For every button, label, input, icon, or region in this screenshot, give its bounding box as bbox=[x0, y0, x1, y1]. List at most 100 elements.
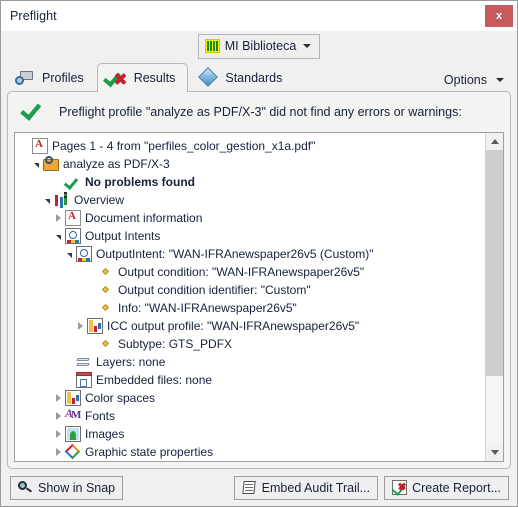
tree-item-label: Output condition: "WAN-IFRAnewspaper26v5… bbox=[118, 265, 365, 279]
scroll-thumb[interactable] bbox=[486, 150, 503, 377]
expand-triangle-open-icon[interactable] bbox=[30, 155, 43, 173]
tab-results-label: Results bbox=[133, 71, 176, 85]
audit-trail-icon bbox=[242, 480, 257, 495]
report-icon bbox=[392, 480, 408, 495]
tree-item[interactable]: Graphic state properties bbox=[15, 443, 485, 461]
tab-strip: Profiles Results Standards Options bbox=[1, 61, 517, 92]
tree-item[interactable]: Output condition: "WAN-IFRAnewspaper26v5… bbox=[15, 263, 485, 281]
magnifier-icon bbox=[18, 480, 33, 495]
tree-item[interactable]: Embedded files: none bbox=[15, 371, 485, 389]
check-cross-icon bbox=[107, 68, 128, 88]
preflight-window: Preflight x MI Biblioteca Profiles Resul… bbox=[0, 0, 518, 507]
tree-item-label: Graphic state properties bbox=[85, 445, 214, 459]
tree-item-label: No problems found bbox=[85, 175, 195, 189]
show-in-snap-button[interactable]: Show in Snap bbox=[10, 475, 124, 500]
tree-item[interactable]: Output Intents bbox=[15, 227, 485, 245]
expand-triangle-closed-icon[interactable] bbox=[52, 407, 65, 425]
overview-bars-icon bbox=[54, 192, 70, 208]
tree-item[interactable]: Images bbox=[15, 425, 485, 443]
green-check-icon bbox=[65, 174, 81, 190]
chevron-up-icon bbox=[490, 139, 499, 144]
expand-triangle-open-icon[interactable] bbox=[63, 245, 76, 263]
expand-triangle-closed-icon[interactable] bbox=[52, 443, 65, 461]
bullet-diamond-icon bbox=[98, 264, 114, 280]
output-intent-icon bbox=[65, 228, 81, 244]
scroll-up-button[interactable] bbox=[486, 133, 503, 150]
tree-item-label: Pages 1 - 4 from "perfiles_color_gestion… bbox=[52, 139, 316, 153]
expand-triangle-open-icon[interactable] bbox=[52, 227, 65, 245]
scroll-down-button[interactable] bbox=[486, 444, 503, 461]
tree-item[interactable]: Subtype: GTS_PDFX bbox=[15, 335, 485, 353]
chevron-down-icon bbox=[496, 78, 504, 82]
fonts-icon bbox=[65, 406, 81, 424]
tree-item[interactable]: Color spaces bbox=[15, 389, 485, 407]
results-panel: Preflight profile "analyze as PDF/X-3" d… bbox=[7, 91, 511, 469]
expand-triangle-open-icon[interactable] bbox=[41, 191, 54, 209]
window-title: Preflight bbox=[10, 8, 57, 23]
create-report-button[interactable]: Create Report... bbox=[384, 475, 509, 500]
tree-item-label: OutputIntent: "WAN-IFRAnewspaper26v5 (Cu… bbox=[96, 247, 374, 261]
show-in-snap-label: Show in Snap bbox=[38, 480, 116, 495]
tab-profiles[interactable]: Profiles bbox=[5, 63, 97, 92]
images-icon bbox=[65, 426, 81, 442]
options-menu-button[interactable]: Options bbox=[444, 73, 511, 92]
tree-item[interactable]: Layers: none bbox=[15, 353, 485, 371]
tree-item-label: analyze as PDF/X-3 bbox=[63, 157, 170, 171]
tree-item[interactable]: Overview bbox=[15, 191, 485, 209]
tree-item-label: Info: "WAN-IFRAnewspaper26v5" bbox=[118, 301, 297, 315]
tree-item[interactable]: Pages 1 - 4 from "perfiles_color_gestion… bbox=[15, 137, 485, 155]
bullet-diamond-icon bbox=[98, 336, 114, 352]
tab-standards[interactable]: Standards bbox=[188, 63, 295, 92]
bullet-diamond-icon bbox=[98, 282, 114, 298]
scroll-track[interactable] bbox=[486, 150, 503, 444]
tree-item[interactable]: ICC output profile: "WAN-IFRAnewspaper26… bbox=[15, 317, 485, 335]
embed-audit-trail-label: Embed Audit Trail... bbox=[261, 480, 371, 495]
footer-bar: Show in Snap Embed Audit Trail... Create… bbox=[1, 469, 517, 506]
printer-search-icon bbox=[15, 68, 36, 88]
results-tree[interactable]: Pages 1 - 4 from "perfiles_color_gestion… bbox=[15, 133, 485, 461]
tree-item[interactable]: Info: "WAN-IFRAnewspaper26v5" bbox=[15, 299, 485, 317]
output-intent-icon bbox=[76, 246, 92, 262]
tree-item[interactable]: OutputIntent: "WAN-IFRAnewspaper26v5 (Cu… bbox=[15, 245, 485, 263]
library-selector-row: MI Biblioteca bbox=[1, 31, 517, 61]
tree-item[interactable]: analyze as PDF/X-3 bbox=[15, 155, 485, 173]
expand-triangle-closed-icon[interactable] bbox=[52, 209, 65, 227]
chevron-down-icon bbox=[303, 44, 312, 48]
expand-triangle-closed-icon[interactable] bbox=[52, 389, 65, 407]
tab-profiles-label: Profiles bbox=[42, 71, 84, 85]
profile-icon bbox=[43, 155, 59, 171]
green-check-icon bbox=[22, 98, 54, 127]
embedded-files-icon bbox=[76, 372, 92, 388]
tree-item[interactable]: Output condition identifier: "Custom" bbox=[15, 281, 485, 299]
summary-text: Preflight profile "analyze as PDF/X-3" d… bbox=[59, 105, 462, 119]
tree-item-label: Subtype: GTS_PDFX bbox=[118, 337, 233, 351]
graphic-state-icon bbox=[65, 444, 81, 460]
expand-triangle-closed-icon[interactable] bbox=[74, 317, 87, 335]
close-button[interactable]: x bbox=[485, 4, 513, 27]
bar-chart-icon bbox=[204, 39, 220, 53]
create-report-label: Create Report... bbox=[412, 480, 501, 495]
tree-item[interactable]: Document information bbox=[15, 209, 485, 227]
chevron-down-icon bbox=[490, 450, 499, 455]
library-dropdown[interactable]: MI Biblioteca bbox=[197, 33, 321, 59]
library-dropdown-label: MI Biblioteca bbox=[224, 39, 297, 53]
tree-item[interactable]: No problems found bbox=[15, 173, 485, 191]
tab-results[interactable]: Results bbox=[96, 63, 189, 92]
icc-profile-icon bbox=[87, 318, 103, 334]
embed-audit-trail-button[interactable]: Embed Audit Trail... bbox=[233, 475, 379, 500]
tree-item-label: Color spaces bbox=[85, 391, 156, 405]
tree-vertical-scrollbar[interactable] bbox=[485, 133, 503, 461]
tree-item-label: Overview bbox=[74, 193, 125, 207]
tree-item-label: Embedded files: none bbox=[96, 373, 213, 387]
results-tree-container: Pages 1 - 4 from "perfiles_color_gestion… bbox=[14, 132, 504, 462]
tree-item[interactable]: Fonts bbox=[15, 406, 485, 425]
bullet-diamond-icon bbox=[98, 300, 114, 316]
expand-triangle-closed-icon[interactable] bbox=[52, 425, 65, 443]
